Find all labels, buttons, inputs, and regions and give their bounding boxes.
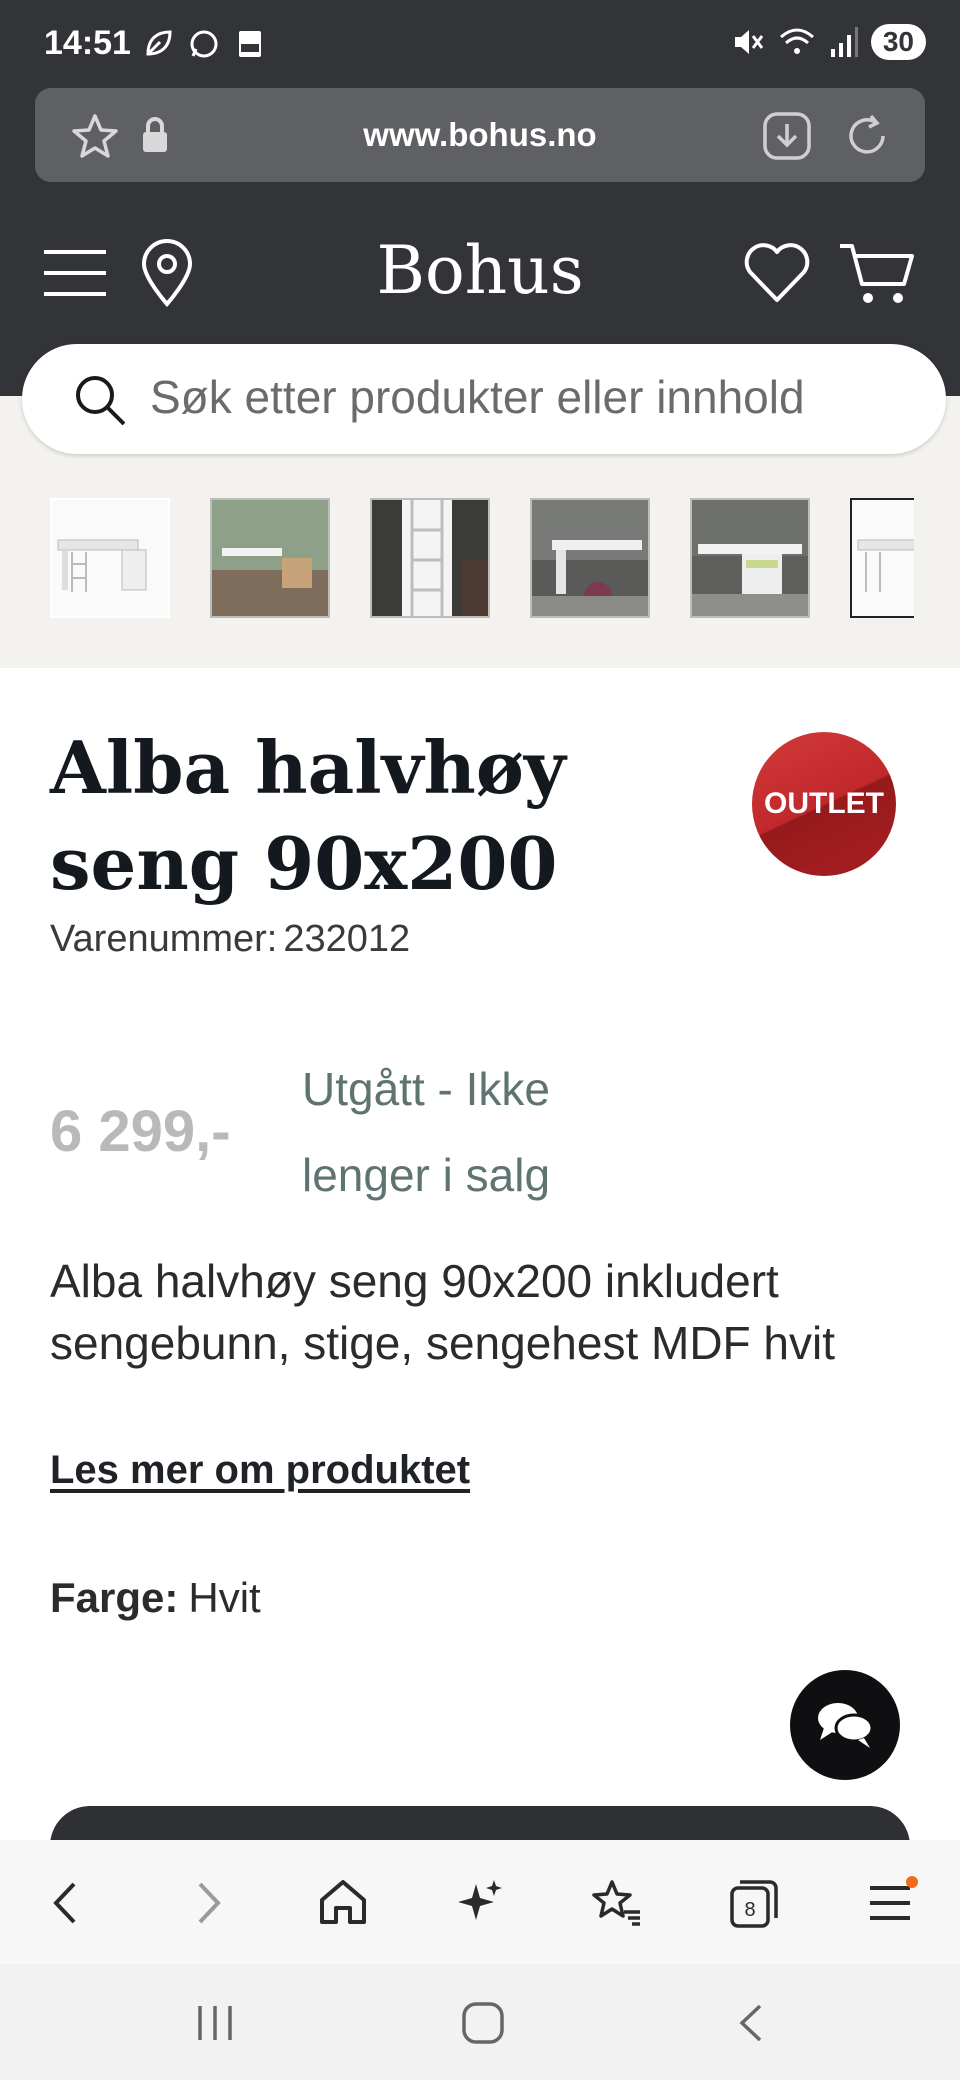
thumbnail[interactable] <box>50 498 170 618</box>
system-indicators: 30 <box>731 24 926 60</box>
tabs-count: 8 <box>744 1899 755 1921</box>
thumbnail[interactable] <box>850 498 914 618</box>
thumbnail[interactable] <box>210 498 330 618</box>
recent-apps-icon[interactable] <box>190 1998 240 2048</box>
signal-icon <box>830 27 858 57</box>
outlet-badge: OUTLET <box>752 732 896 876</box>
pdf-icon <box>234 28 266 60</box>
forward-icon[interactable] <box>180 1876 234 1930</box>
battery-level: 30 <box>870 24 926 60</box>
color-label: Farge: <box>50 1574 179 1621</box>
sku: Varenummer: 232012 <box>50 918 410 961</box>
thumbnail-strip[interactable] <box>50 498 914 620</box>
search-bar[interactable]: Søk etter produkter eller innhold <box>22 344 946 454</box>
browser-toolbar: www.bohus.no <box>0 88 960 188</box>
download-icon[interactable] <box>761 110 813 162</box>
home-icon[interactable] <box>316 1876 370 1930</box>
back-icon[interactable] <box>40 1876 94 1930</box>
product-description: Alba halvhøy seng 90x200 inkludert senge… <box>50 1255 836 1369</box>
home-button-icon[interactable] <box>458 1998 508 2048</box>
system-back-icon[interactable] <box>728 1998 778 2048</box>
browser-bottom-nav: 8 <box>0 1840 960 1964</box>
search-input[interactable]: Søk etter produkter eller innhold <box>150 370 865 424</box>
product-price: 6 299,- <box>50 1099 231 1164</box>
system-navigation-bar <box>0 1964 960 2080</box>
thumbnail[interactable] <box>690 498 810 618</box>
read-more-link[interactable]: Les mer om produktet <box>50 1448 470 1493</box>
whatsapp-icon <box>188 28 220 60</box>
sku-value: 232012 <box>283 918 411 960</box>
search-icon <box>76 376 126 426</box>
mute-icon <box>734 30 764 54</box>
color-info: Farge: Hvit <box>50 1574 261 1622</box>
status-bar: 14:51 30 <box>0 0 960 88</box>
reload-icon[interactable] <box>841 110 893 162</box>
address-bar[interactable]: www.bohus.no <box>35 88 925 182</box>
cart-icon[interactable] <box>838 238 918 308</box>
heart-icon[interactable] <box>742 238 812 308</box>
site-logo[interactable]: Bohus <box>0 232 960 309</box>
chat-button[interactable] <box>790 1670 900 1780</box>
bookmarks-icon[interactable] <box>590 1876 644 1930</box>
wifi-icon <box>779 28 814 54</box>
leaf-icon <box>142 28 174 60</box>
thumbnail[interactable] <box>530 498 650 618</box>
thumbnail[interactable] <box>370 498 490 618</box>
sparkle-icon[interactable] <box>452 1876 506 1930</box>
chat-bubbles-icon <box>818 1703 874 1748</box>
color-value: Hvit <box>188 1574 261 1621</box>
tabs-icon[interactable]: 8 <box>726 1876 780 1930</box>
notification-icons <box>142 28 266 60</box>
sku-label: Varenummer: <box>50 918 278 960</box>
clock: 14:51 <box>44 24 131 62</box>
availability-status: Utgått - Ikke lenger i salg <box>302 1063 551 1201</box>
menu-more-icon[interactable] <box>864 1876 918 1930</box>
product-title: Alba halvhøy seng 90x200 <box>50 725 566 906</box>
